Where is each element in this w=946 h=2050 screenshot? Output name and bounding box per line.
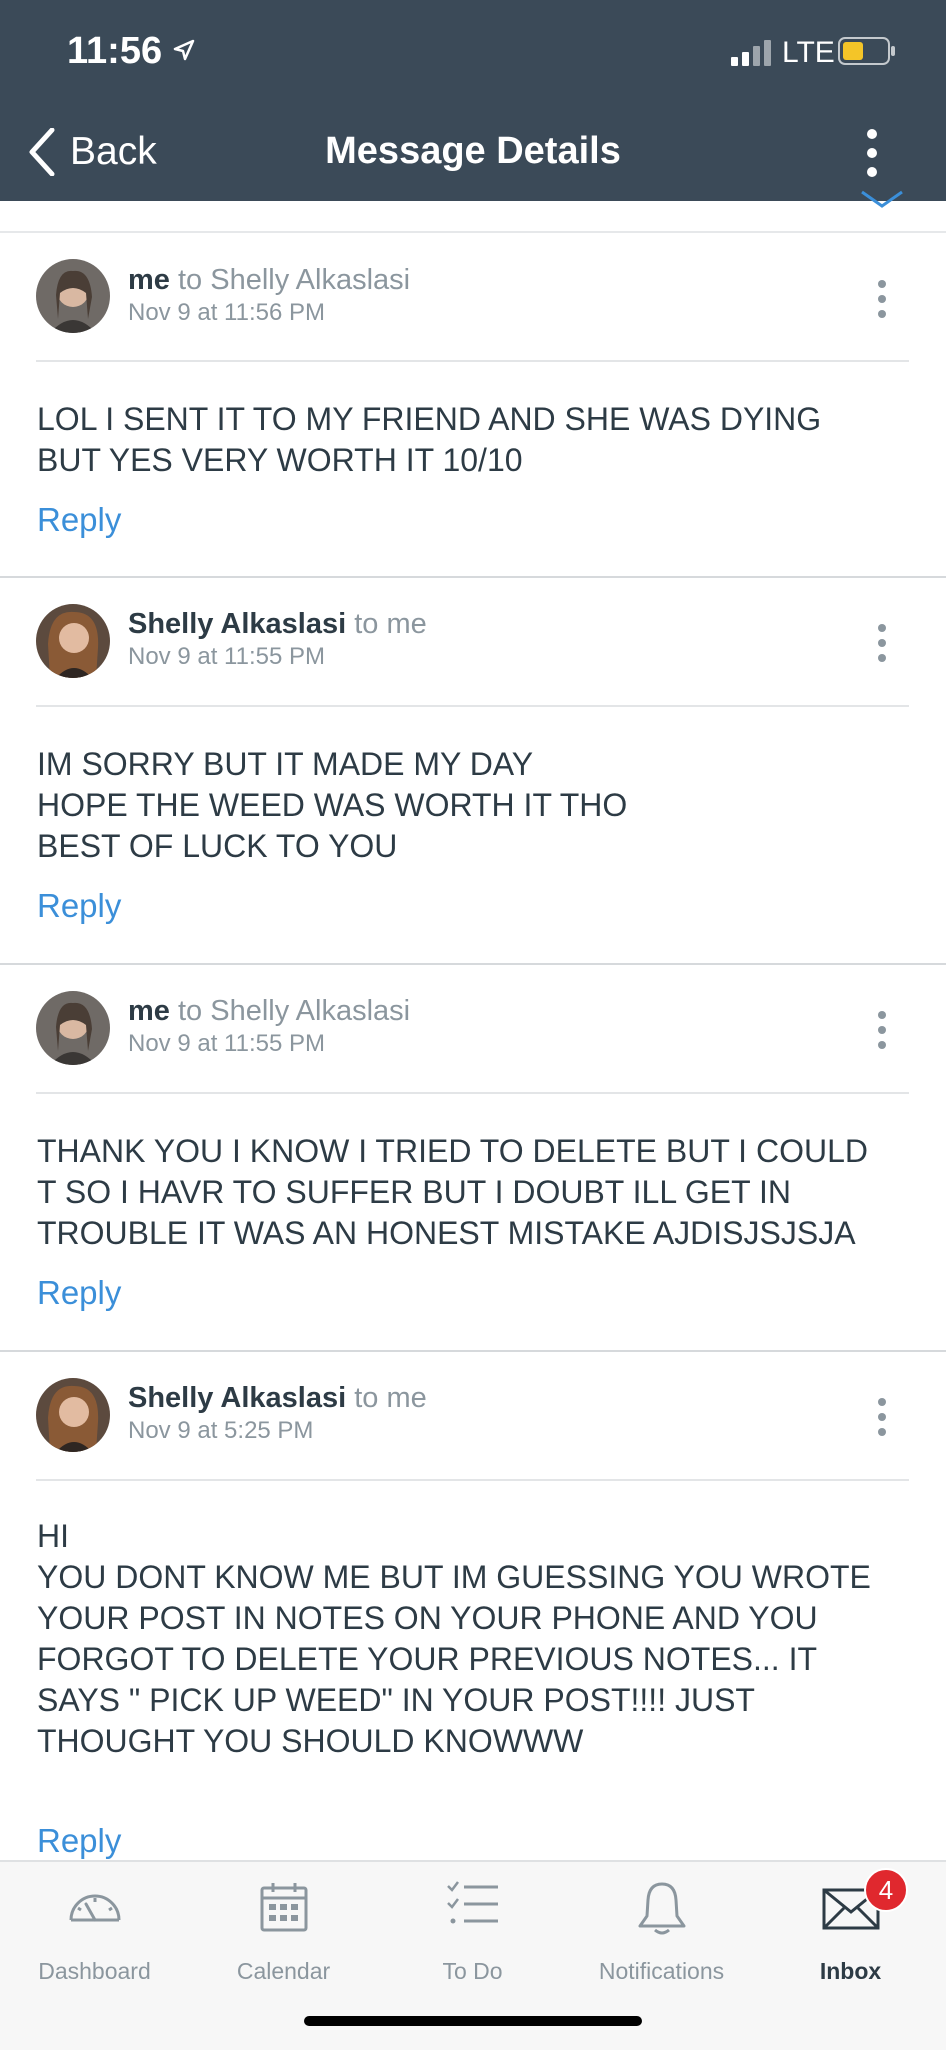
message-date: Nov 9 at 11:55 PM <box>128 1030 325 1057</box>
tab-inbox[interactable]: 4 Inbox <box>756 1862 945 1992</box>
avatar-photo <box>36 604 110 678</box>
message-body-line: HI <box>37 1518 69 1554</box>
message-body-line: T SO I HAVR TO SUFFER BUT I DOUBT ILL GE… <box>37 1174 791 1210</box>
sender-name: Shelly Alkaslasi <box>128 608 347 640</box>
page-title: Message Details <box>325 130 621 172</box>
tab-calendar[interactable]: Calendar <box>189 1862 378 1992</box>
message-body-line: TROUBLE IT WAS AN HONEST MISTAKE AJDISJS… <box>37 1215 856 1251</box>
dashboard-icon <box>69 1894 120 1922</box>
divider <box>36 705 909 707</box>
message-date: Nov 9 at 11:55 PM <box>128 643 325 670</box>
tab-label: Calendar <box>236 1958 331 1984</box>
message-options-icon[interactable] <box>872 623 892 663</box>
avatar-photo <box>36 259 110 333</box>
tab-dashboard[interactable]: Dashboard <box>0 1862 189 1992</box>
divider <box>36 360 909 362</box>
todo-icon <box>446 1881 498 1924</box>
tab-label: To Do <box>442 1958 503 1984</box>
tab-notifications[interactable]: Notifications <box>567 1862 756 1992</box>
message-options-icon[interactable] <box>872 1010 892 1050</box>
reply-link[interactable]: Reply <box>37 887 121 925</box>
sender-line: Shelly Alkaslasi to me <box>128 1382 427 1415</box>
sender-name: me <box>128 264 170 296</box>
recipient-text: to me <box>354 1382 427 1414</box>
message-options-icon[interactable] <box>872 1397 892 1437</box>
tab-label: Dashboard <box>38 1958 151 1984</box>
reply-link[interactable]: Reply <box>37 501 121 539</box>
message-date: Nov 9 at 11:56 PM <box>128 299 325 326</box>
signal-bars-icon <box>731 40 771 66</box>
home-indicator <box>304 2016 642 2026</box>
recipient-text: to Shelly Alkaslasi <box>177 264 411 296</box>
sender-name: me <box>128 995 170 1027</box>
tab-label: Inbox <box>819 1958 882 1984</box>
avatar <box>36 259 110 333</box>
message-body-line: FORGOT TO DELETE YOUR PREVIOUS NOTES... … <box>37 1641 817 1677</box>
location-arrow-icon <box>173 39 195 61</box>
network-type: LTE <box>782 36 835 69</box>
avatar-photo <box>36 991 110 1065</box>
tab-label: Notifications <box>598 1958 725 1984</box>
bell-icon <box>638 1882 685 1935</box>
message-item: me to Shelly Alkaslasi Nov 9 at 11:56 PM… <box>0 233 946 577</box>
message-body-line: IM SORRY BUT IT MADE MY DAY <box>37 746 534 782</box>
avatar <box>36 604 110 678</box>
message-item: Shelly Alkaslasi to me Nov 9 at 11:55 PM… <box>0 578 946 964</box>
calendar-icon <box>260 1883 307 1932</box>
battery-icon <box>838 37 895 65</box>
more-options-icon[interactable] <box>862 128 882 178</box>
message-body-line: THOUGHT YOU SHOULD KNOWWW <box>37 1723 584 1759</box>
sender-name: Shelly Alkaslasi <box>128 1382 347 1414</box>
message-options-icon[interactable] <box>872 279 892 319</box>
star-icon[interactable] <box>860 190 904 210</box>
divider <box>36 1479 909 1481</box>
recipient-text: to me <box>354 608 427 640</box>
divider <box>36 1092 909 1094</box>
sender-line: me to Shelly Alkaslasi <box>128 995 410 1028</box>
sender-line: me to Shelly Alkaslasi <box>128 264 410 297</box>
avatar-photo <box>36 1378 110 1452</box>
message-body-line: HOPE THE WEED WAS WORTH IT THO <box>37 787 628 823</box>
message-item: Shelly Alkaslasi to me Nov 9 at 5:25 PM … <box>0 1352 946 1860</box>
message-body-line: YOUR POST IN NOTES ON YOUR PHONE AND YOU <box>37 1600 818 1636</box>
message-body-line: BEST OF LUCK TO YOU <box>37 828 398 864</box>
message-item: me to Shelly Alkaslasi Nov 9 at 11:55 PM… <box>0 965 946 1350</box>
previous-message-edge <box>0 201 946 233</box>
sender-line: Shelly Alkaslasi to me <box>128 608 427 641</box>
tab-to-do[interactable]: To Do <box>378 1862 567 1992</box>
reply-link[interactable]: Reply <box>37 1822 121 1860</box>
status-bar: 11:56 LTE <box>0 0 946 104</box>
message-body-line: LOL I SENT IT TO MY FRIEND AND SHE WAS D… <box>37 401 822 437</box>
message-body-line: THANK YOU I KNOW I TRIED TO DELETE BUT I… <box>37 1133 868 1169</box>
reply-link[interactable]: Reply <box>37 1274 121 1312</box>
message-body-line: SAYS " PICK UP WEED" IN YOUR POST!!!! JU… <box>37 1682 755 1718</box>
message-date: Nov 9 at 5:25 PM <box>128 1417 314 1444</box>
avatar <box>36 1378 110 1452</box>
avatar <box>36 991 110 1065</box>
inbox-unread-badge: 4 <box>864 1868 908 1912</box>
message-body-line: BUT YES VERY WORTH IT 10/10 <box>37 442 523 478</box>
navigation-bar: Back Message Details <box>0 104 946 201</box>
message-body-line: YOU DONT KNOW ME BUT IM GUESSING YOU WRO… <box>37 1559 871 1595</box>
recipient-text: to Shelly Alkaslasi <box>177 995 411 1027</box>
status-time: 11:56 <box>67 30 163 72</box>
